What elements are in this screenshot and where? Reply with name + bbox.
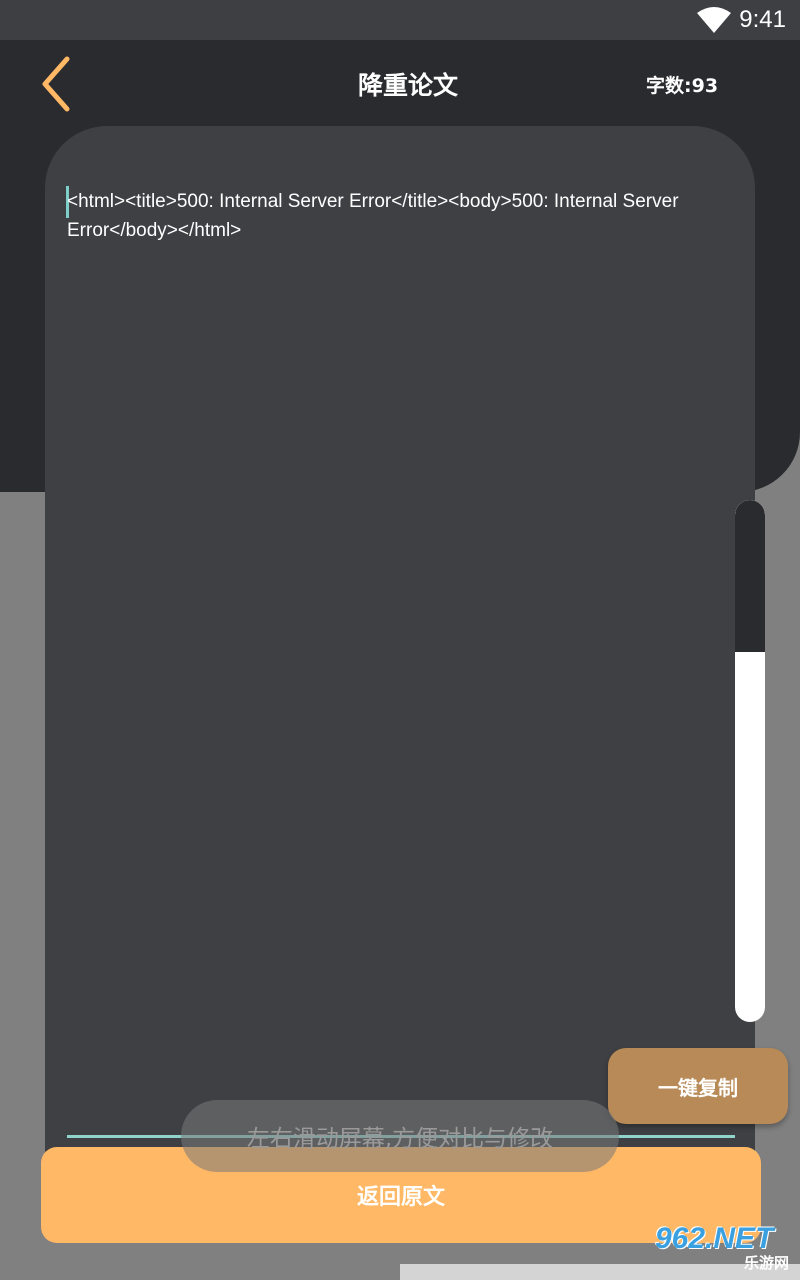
watermark-sub: 乐游网 <box>743 1254 789 1272</box>
watermark-logo: 962.NET 乐游网 <box>655 1222 795 1276</box>
editor-card[interactable] <box>45 126 755 1176</box>
status-time: 9:41 <box>739 6 786 33</box>
wifi-icon <box>697 7 731 33</box>
editor-text[interactable]: <html><title>500: Internal Server Error<… <box>67 187 727 245</box>
copy-button[interactable]: 一键复制 <box>608 1048 788 1124</box>
word-count: 字数:93 <box>646 75 719 97</box>
status-bar: 9:41 <box>0 0 800 40</box>
scrollbar-thumb[interactable] <box>735 500 765 652</box>
scrollbar-track[interactable] <box>735 500 765 1022</box>
toast-message: 左右滑动屏幕,方便对比与修改 <box>181 1100 619 1172</box>
watermark-main: 962.NET <box>655 1222 774 1255</box>
